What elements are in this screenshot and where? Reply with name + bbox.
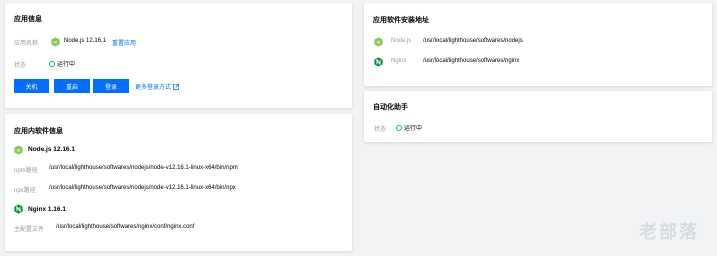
shutdown-button[interactable]: 关机 (14, 79, 49, 93)
status-running-icon (49, 60, 55, 67)
watermark-logo: 老部落 (639, 222, 699, 243)
npx-path-label: npx路径 (14, 188, 36, 194)
login-button[interactable]: 登录 (93, 79, 129, 93)
more-login-label: 更多登录方式 (135, 85, 172, 91)
automation-status-value: 运行中 (404, 126, 423, 132)
automation-card: 自动化助手 状态 运行中 (364, 91, 712, 142)
install-item-name: Node.js (391, 38, 412, 44)
install-item-path: /usr/local/lighthouse/softwares/nginx (423, 58, 520, 64)
app-name-value: Node.js 12.16.1 (64, 38, 107, 44)
nodejs-icon (14, 145, 23, 155)
app-status-badge: 运行中 (49, 59, 75, 68)
automation-status-badge: 运行中 (396, 123, 422, 132)
app-info-card: 应用信息 应用名称 Node.js 12.16.1 重置应用 状态 运行中 关机… (5, 3, 352, 108)
app-status-value: 运行中 (57, 62, 76, 68)
npx-path-value: /usr/local/lighthouse/softwares/nodejs/n… (49, 185, 236, 191)
reset-app-link[interactable]: 重置应用 (112, 38, 136, 47)
nginx-icon (374, 57, 383, 67)
npm-path-label: npm路径 (14, 168, 38, 174)
software-info-title: 应用内软件信息 (14, 128, 63, 135)
nginx-conf-value: /usr/local/lighthouse/softwares/nginx/co… (56, 224, 195, 230)
app-status-label: 状态 (14, 63, 27, 69)
app-info-title: 应用信息 (14, 16, 42, 23)
nodejs-software-name: Node.js 12.16.1 (28, 146, 75, 153)
more-login-link[interactable]: 更多登录方式 (135, 82, 179, 91)
install-item-name: Nginx (391, 58, 407, 64)
install-paths-card: 应用软件安装地址 Node.js /usr/local/lighthouse/s… (364, 3, 712, 86)
nodejs-icon (51, 37, 60, 47)
app-name-label: 应用名称 (14, 41, 39, 47)
nodejs-icon (374, 37, 383, 47)
nginx-software-name: Nginx 1.16.1 (28, 206, 66, 213)
nginx-conf-label: 主配置文件 (14, 227, 45, 233)
restart-button[interactable]: 重启 (54, 79, 90, 93)
software-info-card: 应用内软件信息 Node.js 12.16.1 npm路径 /usr/local… (5, 114, 352, 251)
install-item-path: /usr/local/lighthouse/softwares/nodejs (423, 38, 523, 44)
external-link-icon (173, 83, 179, 90)
npm-path-value: /usr/local/lighthouse/softwares/nodejs/n… (49, 165, 238, 171)
status-running-icon (396, 124, 402, 131)
install-paths-title: 应用软件安装地址 (373, 17, 429, 24)
automation-status-label: 状态 (374, 127, 387, 133)
automation-title: 自动化助手 (373, 104, 408, 111)
nginx-icon (14, 204, 23, 214)
